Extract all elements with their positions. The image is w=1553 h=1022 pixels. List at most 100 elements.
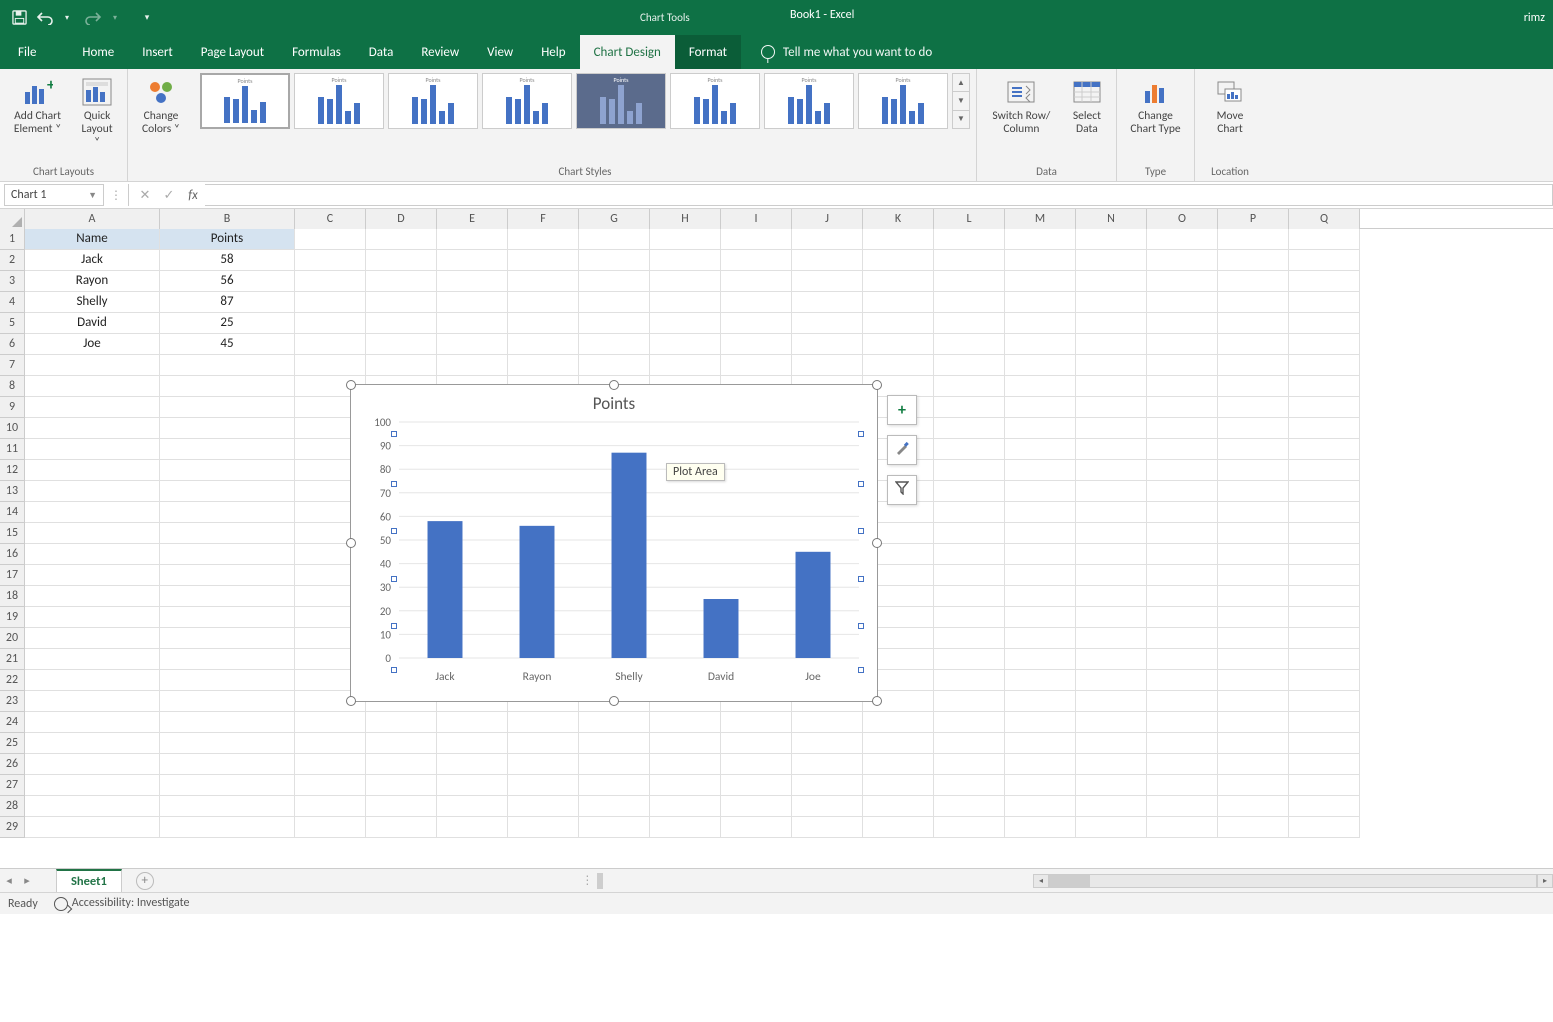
cell-O19[interactable] [1147,607,1218,628]
cell-Q24[interactable] [1289,712,1360,733]
gallery-expand[interactable]: ▼ [953,111,969,128]
cell-Q1[interactable] [1289,229,1360,250]
cell-B16[interactable] [160,544,295,565]
gallery-scroll-down[interactable]: ▼ [953,92,969,110]
cell-F3[interactable] [508,271,579,292]
cell-A2[interactable]: Jack [25,250,160,271]
cell-P28[interactable] [1218,796,1289,817]
tab-format[interactable]: Format [675,35,741,69]
cell-F26[interactable] [508,754,579,775]
cell-N29[interactable] [1076,817,1147,838]
hscroll-track[interactable] [1049,874,1537,888]
cell-P15[interactable] [1218,523,1289,544]
cell-K5[interactable] [863,313,934,334]
chart-style-5[interactable]: Points [576,73,666,129]
cell-M22[interactable] [1005,670,1076,691]
cell-M11[interactable] [1005,439,1076,460]
cell-O8[interactable] [1147,376,1218,397]
cell-O6[interactable] [1147,334,1218,355]
cell-G29[interactable] [579,817,650,838]
cell-I27[interactable] [721,775,792,796]
cell-L28[interactable] [934,796,1005,817]
cell-E6[interactable] [437,334,508,355]
row-header-16[interactable]: 16 [0,544,25,565]
cell-C3[interactable] [295,271,366,292]
cell-P7[interactable] [1218,355,1289,376]
cell-M5[interactable] [1005,313,1076,334]
cell-J24[interactable] [792,712,863,733]
col-header-O[interactable]: O [1147,209,1218,229]
col-header-K[interactable]: K [863,209,934,229]
fx-icon[interactable]: fx [181,184,205,206]
cell-D29[interactable] [366,817,437,838]
row-header-8[interactable]: 8 [0,376,25,397]
cell-M21[interactable] [1005,649,1076,670]
cell-G1[interactable] [579,229,650,250]
enter-formula-icon[interactable]: ✓ [157,184,181,206]
tab-file[interactable]: File [4,35,50,69]
move-chart-button[interactable]: Move Chart [1201,73,1259,163]
cell-Q12[interactable] [1289,460,1360,481]
cell-L17[interactable] [934,565,1005,586]
cell-A25[interactable] [25,733,160,754]
cell-B20[interactable] [160,628,295,649]
cell-L15[interactable] [934,523,1005,544]
resize-handle-sw[interactable] [346,696,356,706]
cell-N16[interactable] [1076,544,1147,565]
cell-C28[interactable] [295,796,366,817]
tab-split-handle[interactable] [597,873,603,889]
cell-B19[interactable] [160,607,295,628]
col-header-E[interactable]: E [437,209,508,229]
cell-E1[interactable] [437,229,508,250]
chart-style-1[interactable]: Points [200,73,290,129]
quick-layout-button[interactable]: Quick Layout ˅ [73,73,121,163]
cell-F29[interactable] [508,817,579,838]
cell-I7[interactable] [721,355,792,376]
cell-B22[interactable] [160,670,295,691]
cell-Q4[interactable] [1289,292,1360,313]
cell-K28[interactable] [863,796,934,817]
cell-O17[interactable] [1147,565,1218,586]
cell-K25[interactable] [863,733,934,754]
cell-Q28[interactable] [1289,796,1360,817]
row-header-14[interactable]: 14 [0,502,25,523]
cell-K29[interactable] [863,817,934,838]
cell-A21[interactable] [25,649,160,670]
cell-Q27[interactable] [1289,775,1360,796]
cell-N11[interactable] [1076,439,1147,460]
cell-J3[interactable] [792,271,863,292]
cell-E29[interactable] [437,817,508,838]
cell-O1[interactable] [1147,229,1218,250]
cell-O18[interactable] [1147,586,1218,607]
cell-B18[interactable] [160,586,295,607]
cell-P19[interactable] [1218,607,1289,628]
cell-D6[interactable] [366,334,437,355]
cell-L7[interactable] [934,355,1005,376]
cell-P5[interactable] [1218,313,1289,334]
cell-M14[interactable] [1005,502,1076,523]
cell-B28[interactable] [160,796,295,817]
row-header-28[interactable]: 28 [0,796,25,817]
cell-A28[interactable] [25,796,160,817]
cell-Q22[interactable] [1289,670,1360,691]
cell-K7[interactable] [863,355,934,376]
cell-M2[interactable] [1005,250,1076,271]
cell-N13[interactable] [1076,481,1147,502]
cell-F1[interactable] [508,229,579,250]
cell-E25[interactable] [437,733,508,754]
cell-G27[interactable] [579,775,650,796]
worksheet-grid[interactable]: A B C D E F G H I J K L M N O P Q 1NameP… [0,209,1553,868]
cell-D27[interactable] [366,775,437,796]
cell-I24[interactable] [721,712,792,733]
cell-A18[interactable] [25,586,160,607]
customize-qat-icon[interactable]: ▾ [138,9,156,27]
cell-C27[interactable] [295,775,366,796]
cell-C6[interactable] [295,334,366,355]
tell-me-search[interactable]: Tell me what you want to do [761,35,932,69]
cell-P10[interactable] [1218,418,1289,439]
cell-O11[interactable] [1147,439,1218,460]
cell-L5[interactable] [934,313,1005,334]
hscroll-right[interactable]: ▸ [1537,874,1553,888]
add-chart-element-button[interactable]: + Add Chart Element ˅ [6,73,69,163]
cell-G25[interactable] [579,733,650,754]
